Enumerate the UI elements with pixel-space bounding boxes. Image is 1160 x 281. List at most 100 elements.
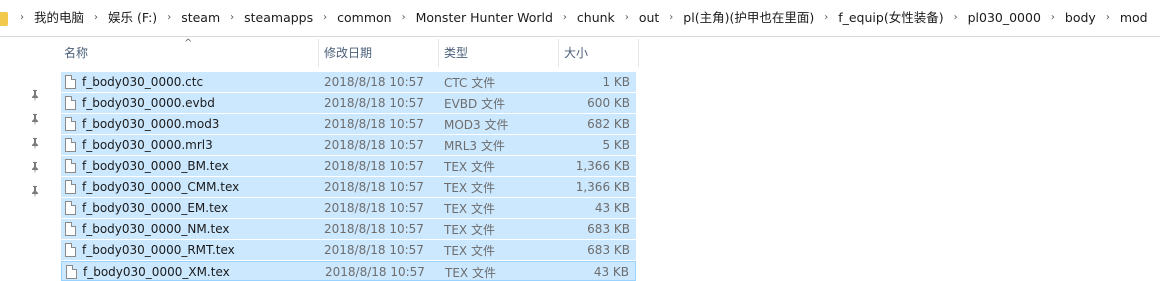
column-header-date[interactable]: 修改日期	[320, 37, 438, 67]
pin-icon[interactable]	[26, 156, 44, 180]
file-date: 2018/8/18 10:57	[325, 265, 425, 279]
file-name-cell[interactable]: f_body030_0000.ctc	[65, 72, 203, 92]
file-name-cell[interactable]: f_body030_0000_EM.tex	[65, 198, 228, 218]
file-row[interactable]: f_body030_0000.mrl3 2018/8/18 10:57 MRL3 文…	[61, 135, 636, 155]
file-list: f_body030_0000.ctc 2018/8/18 10:57 CTC 文件 1…	[61, 72, 636, 281]
folder-icon	[0, 12, 8, 26]
pin-icon[interactable]	[26, 132, 44, 156]
file-type: TEX 文件	[444, 222, 495, 237]
file-icon	[65, 180, 76, 194]
breadcrumb-item[interactable]: pl030_0000	[968, 11, 1041, 25]
file-type: TEX 文件	[444, 201, 495, 216]
pin-icon[interactable]	[26, 84, 44, 108]
file-name-cell[interactable]: f_body030_0000.mod3	[65, 114, 219, 134]
chevron-right-icon[interactable]: ›	[669, 13, 673, 23]
file-date: 2018/8/18 10:57	[324, 138, 424, 152]
file-name: f_body030_0000_EM.tex	[82, 201, 229, 215]
chevron-right-icon[interactable]: ›	[323, 13, 327, 23]
chevron-right-icon[interactable]: ›	[20, 13, 24, 23]
address-bar[interactable]: › 我的电脑 › 娱乐 (F:) › steam › steamapps › common › Mon…	[0, 0, 1160, 37]
file-size: 682 KB	[587, 117, 630, 131]
file-size: 600 KB	[587, 96, 630, 110]
column-divider[interactable]	[318, 39, 319, 67]
file-row[interactable]: f_body030_0000.evbd 2018/8/18 10:57 EVBD 文…	[61, 93, 636, 113]
file-type: TEX 文件	[444, 159, 495, 174]
column-header-type[interactable]: 类型	[440, 37, 558, 67]
column-header-row: ^ 名称 修改日期 类型 大小	[0, 37, 1160, 67]
breadcrumb-item[interactable]: f_equip(女性装备)	[838, 11, 943, 25]
file-name: f_body030_0000.evbd	[82, 96, 215, 110]
file-name: f_body030_0000.ctc	[82, 75, 204, 89]
file-icon	[66, 265, 77, 279]
file-name-cell[interactable]: f_body030_0000_NM.tex	[65, 219, 229, 239]
file-name-cell[interactable]: f_body030_0000.mrl3	[65, 135, 213, 155]
breadcrumb-item[interactable]: Monster Hunter World	[416, 11, 553, 25]
file-icon	[65, 96, 76, 110]
column-divider[interactable]	[558, 39, 559, 67]
file-icon	[65, 159, 76, 173]
chevron-right-icon[interactable]: ›	[954, 13, 958, 23]
file-size: 683 KB	[587, 222, 630, 236]
file-name: f_body030_0000_BM.tex	[82, 159, 229, 173]
file-size: 5 KB	[602, 138, 630, 152]
pin-icon[interactable]	[26, 180, 44, 204]
breadcrumb-item[interactable]: chunk	[577, 11, 615, 25]
chevron-right-icon[interactable]: ›	[167, 13, 171, 23]
chevron-right-icon[interactable]: ›	[625, 13, 629, 23]
breadcrumb-item[interactable]: common	[337, 11, 391, 25]
breadcrumb-item[interactable]: 娱乐 (F:)	[108, 11, 157, 25]
breadcrumb-item[interactable]: steam	[181, 11, 220, 25]
chevron-right-icon[interactable]: ›	[402, 13, 406, 23]
file-icon	[65, 222, 76, 236]
file-name: f_body030_0000_NM.tex	[82, 222, 230, 236]
chevron-right-icon[interactable]: ›	[1106, 13, 1110, 23]
file-row[interactable]: f_body030_0000.ctc 2018/8/18 10:57 CTC 文件 1…	[61, 72, 636, 92]
file-name-cell[interactable]: f_body030_0000.evbd	[65, 93, 215, 113]
file-name-cell[interactable]: f_body030_0000_CMM.tex	[65, 177, 239, 197]
file-row[interactable]: f_body030_0000_BM.tex 2018/8/18 10:57 TEX …	[61, 156, 636, 176]
file-type: TEX 文件	[445, 265, 496, 280]
file-type: MOD3 文件	[444, 117, 509, 132]
chevron-right-icon[interactable]: ›	[1051, 13, 1055, 23]
file-type: TEX 文件	[444, 180, 495, 195]
file-row[interactable]: f_body030_0000_RMT.tex 2018/8/18 10:57 TEX…	[61, 240, 636, 260]
column-divider[interactable]	[638, 39, 639, 67]
breadcrumb-item[interactable]: out	[639, 11, 659, 25]
file-date: 2018/8/18 10:57	[324, 159, 424, 173]
chevron-right-icon[interactable]: ›	[824, 13, 828, 23]
file-type: EVBD 文件	[444, 96, 506, 111]
column-header-name[interactable]: 名称	[60, 37, 318, 67]
breadcrumb-item[interactable]: 我的电脑	[34, 11, 84, 25]
file-date: 2018/8/18 10:57	[324, 75, 424, 89]
chevron-right-icon[interactable]: ›	[230, 13, 234, 23]
file-name-cell[interactable]: f_body030_0000_XM.tex	[66, 262, 230, 281]
file-row[interactable]: f_body030_0000_EM.tex 2018/8/18 10:57 TEX …	[61, 198, 636, 218]
file-name: f_body030_0000_CMM.tex	[82, 180, 240, 194]
breadcrumb-item[interactable]: steamapps	[244, 11, 313, 25]
file-size: 1 KB	[602, 75, 630, 89]
file-icon	[65, 201, 76, 215]
chevron-right-icon[interactable]: ›	[94, 13, 98, 23]
file-size: 683 KB	[587, 243, 630, 257]
breadcrumb-item[interactable]: mod	[1120, 11, 1148, 25]
column-header-size[interactable]: 大小	[560, 37, 638, 67]
chevron-right-icon[interactable]: ›	[563, 13, 567, 23]
file-row[interactable]: f_body030_0000_XM.tex 2018/8/18 10:57 TEX …	[61, 261, 636, 281]
file-date: 2018/8/18 10:57	[324, 243, 424, 257]
pin-icon[interactable]	[26, 108, 44, 132]
file-name-cell[interactable]: f_body030_0000_RMT.tex	[65, 240, 235, 260]
file-icon	[65, 138, 76, 152]
file-date: 2018/8/18 10:57	[324, 96, 424, 110]
file-row[interactable]: f_body030_0000_CMM.tex 2018/8/18 10:57 TEX…	[61, 177, 636, 197]
file-name-cell[interactable]: f_body030_0000_BM.tex	[65, 156, 229, 176]
file-row[interactable]: f_body030_0000_NM.tex 2018/8/18 10:57 TEX …	[61, 219, 636, 239]
column-divider[interactable]	[438, 39, 439, 67]
file-row[interactable]: f_body030_0000.mod3 2018/8/18 10:57 MOD3 文…	[61, 114, 636, 134]
file-type: TEX 文件	[444, 243, 495, 258]
breadcrumb-item[interactable]: body	[1065, 11, 1096, 25]
file-date: 2018/8/18 10:57	[324, 180, 424, 194]
file-icon	[65, 243, 76, 257]
breadcrumb: › 我的电脑 › 娱乐 (F:) › steam › steamapps › common › Mon…	[20, 11, 1158, 25]
file-size: 43 KB	[594, 201, 630, 215]
breadcrumb-item[interactable]: pl(主角)(护甲也在里面)	[683, 11, 814, 25]
